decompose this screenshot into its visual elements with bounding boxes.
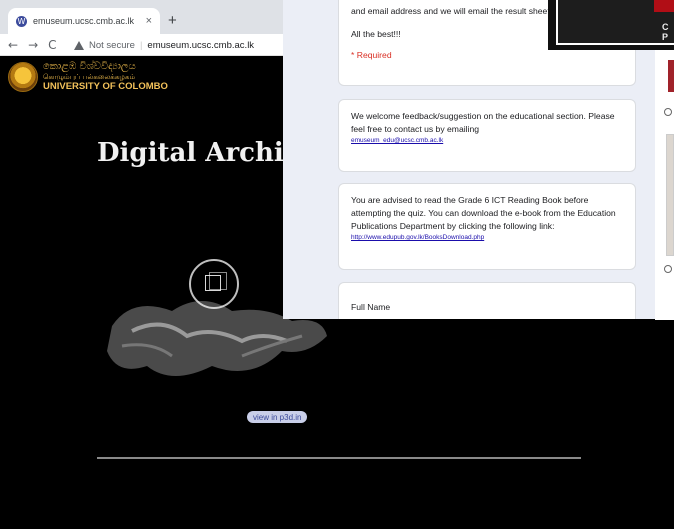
back-button[interactable]: ← bbox=[8, 38, 18, 52]
radio-option[interactable] bbox=[664, 265, 672, 273]
screen: W emuseum.ucsc.cmb.ac.lk × + ← → C Not s… bbox=[0, 0, 674, 529]
side-thumbnail[interactable] bbox=[666, 134, 674, 256]
thumbnail-image[interactable] bbox=[556, 0, 674, 45]
address-bar[interactable]: Not secure | emuseum.ucsc.cmb.ac.lk bbox=[74, 37, 274, 53]
forward-button[interactable]: → bbox=[28, 38, 38, 52]
thumbnail-text: C P bbox=[662, 22, 669, 42]
browser-tab[interactable]: W emuseum.ucsc.cmb.ac.lk × bbox=[8, 8, 160, 34]
crest-icon bbox=[8, 62, 38, 92]
divider: | bbox=[139, 39, 143, 51]
advice-card: You are advised to read the Grade 6 ICT … bbox=[338, 183, 636, 270]
full-name-card[interactable]: Full Name bbox=[338, 282, 636, 319]
required-note: * Required bbox=[351, 50, 392, 60]
wordpress-icon: W bbox=[16, 15, 27, 27]
university-logo[interactable]: කොළඹ විශ්වවිද්‍යාලය கொழும்புப் பல்கலைக்க… bbox=[8, 62, 168, 92]
view-in-p3d-link[interactable]: view in p3d.in bbox=[247, 411, 308, 423]
logo-english: UNIVERSITY OF COLOMBO bbox=[43, 81, 168, 92]
edupub-link[interactable]: http://www.edupub.gov.lk/BooksDownload.p… bbox=[351, 233, 623, 243]
warning-icon bbox=[74, 40, 84, 50]
url-text: emuseum.ucsc.cmb.ac.lk bbox=[147, 39, 255, 51]
new-tab-button[interactable]: + bbox=[168, 12, 177, 29]
full-name-label: Full Name bbox=[351, 302, 391, 312]
tab-close-button[interactable]: × bbox=[146, 15, 152, 27]
logo-text: කොළඹ විශ්වවිද්‍යාලය கொழும்புப் பல்கலைக்க… bbox=[43, 62, 168, 92]
feedback-email-link[interactable]: emuseum_edu@ucsc.cmb.ac.lk bbox=[351, 136, 623, 146]
thumbnail-accent bbox=[654, 0, 674, 12]
cube-icon bbox=[205, 272, 227, 291]
reload-button[interactable]: C bbox=[48, 38, 56, 52]
thumbnail-panel bbox=[548, 0, 674, 50]
tab-bar: W emuseum.ucsc.cmb.ac.lk × + bbox=[0, 0, 286, 34]
security-label: Not secure bbox=[89, 39, 135, 51]
feedback-card: We welcome feedback/suggestion on the ed… bbox=[338, 99, 636, 172]
radio-option[interactable] bbox=[664, 108, 672, 116]
logo-sinhala: කොළඹ විශ්වවිද්‍යාලය bbox=[43, 61, 136, 72]
advice-text: You are advised to read the Grade 6 ICT … bbox=[351, 195, 616, 231]
progress-bar[interactable] bbox=[97, 457, 581, 459]
tab-title: emuseum.ucsc.cmb.ac.lk bbox=[33, 16, 135, 26]
feedback-text: We welcome feedback/suggestion on the ed… bbox=[351, 111, 615, 134]
side-thumbnail[interactable] bbox=[668, 60, 674, 92]
